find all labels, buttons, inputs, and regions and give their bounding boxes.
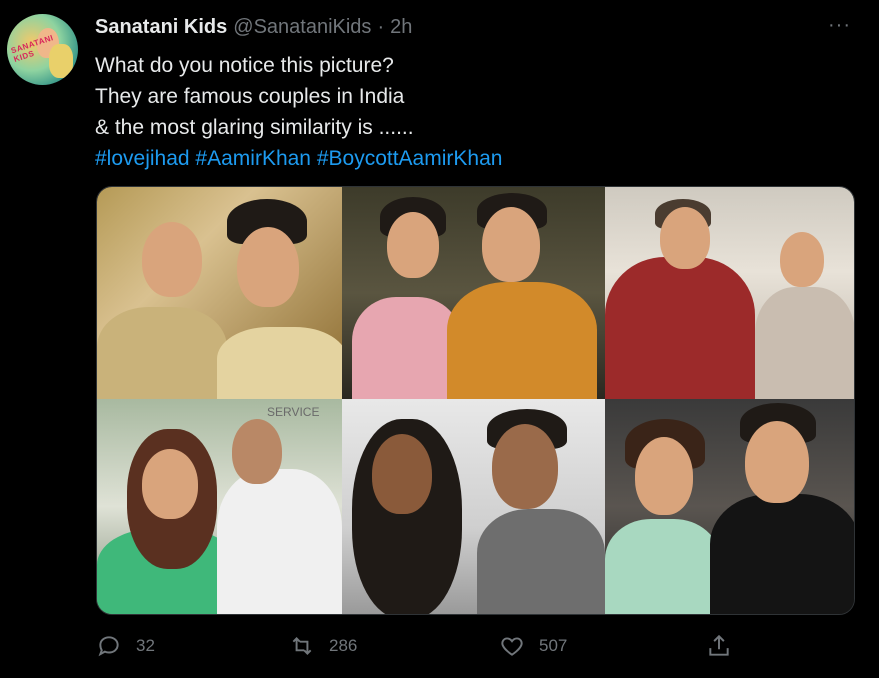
- display-name[interactable]: Sanatani Kids: [95, 16, 227, 39]
- hashtags: #lovejihad #AamirKhan #BoycottAamirKhan: [95, 143, 502, 174]
- retweet-count: 286: [329, 636, 358, 655]
- photo-tile: [605, 399, 854, 614]
- tweet-line: They are famous couples in India: [95, 85, 405, 108]
- reply-count: 32: [136, 636, 155, 655]
- tweet-line: What do you notice this picture?: [95, 54, 394, 77]
- hashtag-link[interactable]: #AamirKhan: [195, 147, 311, 170]
- like-count: 507: [539, 636, 568, 655]
- photo-tile: SERVICE: [97, 399, 342, 614]
- user-handle[interactable]: @SanataniKids: [233, 16, 371, 39]
- photo-tile: [342, 187, 605, 399]
- share-button[interactable]: [706, 633, 732, 659]
- tweet-header: Sanatani Kids @SanataniKids · 2h: [95, 16, 412, 42]
- photo-tile: [97, 187, 342, 399]
- retweet-icon: [292, 637, 312, 655]
- tweet-text: What do you notice this picture? They ar…: [95, 50, 502, 174]
- tweet-media-image[interactable]: SERVICE: [96, 186, 855, 615]
- share-icon: [709, 634, 729, 656]
- reply-icon: [98, 636, 119, 657]
- tweet-line: & the most glaring similarity is ......: [95, 116, 414, 139]
- more-options-icon[interactable]: ···: [828, 14, 851, 37]
- photo-tile: [342, 399, 605, 614]
- like-button[interactable]: 507: [499, 633, 567, 659]
- separator: ·: [377, 16, 385, 38]
- timestamp[interactable]: 2h: [390, 16, 412, 39]
- retweet-button[interactable]: 286: [289, 633, 357, 659]
- tweet-actions: 32 286 507: [96, 633, 736, 663]
- heart-icon: [501, 637, 523, 656]
- sign-text: SERVICE: [267, 405, 320, 419]
- hashtag-link[interactable]: #BoycottAamirKhan: [317, 147, 503, 170]
- photo-tile: [605, 187, 854, 399]
- reply-button[interactable]: 32: [96, 633, 155, 659]
- avatar[interactable]: SANATANI KIDS: [7, 14, 78, 85]
- hashtag-link[interactable]: #lovejihad: [95, 147, 190, 170]
